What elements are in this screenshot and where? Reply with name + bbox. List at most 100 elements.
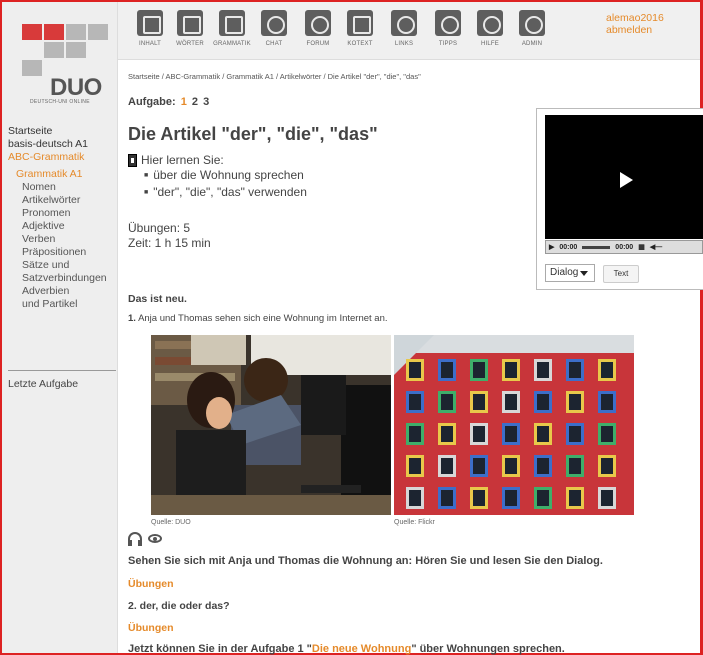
sidebar-item-startseite[interactable]: Startseite: [8, 125, 118, 138]
play-icon[interactable]: [620, 172, 633, 188]
facade-window-glass: [569, 458, 581, 474]
sidebar-item-pronomen[interactable]: Pronomen: [8, 207, 118, 220]
sidebar-item-verben[interactable]: Verben: [8, 233, 118, 246]
next-task-note: Jetzt können Sie in der Aufgabe 1 "Die n…: [128, 643, 565, 655]
volume-icon[interactable]: ◀—: [650, 243, 662, 251]
facade-window-glass: [537, 394, 549, 410]
task-stats: Übungen: 5 Zeit: 1 h 15 min: [128, 221, 211, 251]
toolbar-label: KOTEXT: [347, 41, 373, 47]
photo-source-flickr: Quelle: Flickr: [394, 519, 435, 526]
exercises-link-2[interactable]: Übungen: [128, 622, 174, 634]
next-task-text-pre: Jetzt können Sie in der Aufgabe 1 ": [128, 643, 312, 655]
time-current: 00:00: [559, 243, 578, 251]
toolbar-hilfe[interactable]: HILFE: [470, 10, 510, 47]
toolbar-forum[interactable]: FORUM: [298, 10, 338, 47]
toolbar-label: ADMIN: [521, 41, 543, 47]
facade-window-glass: [473, 490, 485, 506]
sidebar: DUO DEUTSCH-UNI ONLINE Startseite basis-…: [2, 2, 118, 653]
dictionary-icon: [177, 10, 203, 36]
facade-window-glass: [569, 490, 581, 506]
facade-window-glass: [505, 362, 517, 378]
text-button[interactable]: Text: [603, 265, 639, 283]
toolbar-woerter[interactable]: WÖRTER: [170, 10, 210, 47]
toolbar-label: LINKS: [394, 41, 414, 47]
facade-window-glass: [569, 362, 581, 378]
facade-window-glass: [569, 394, 581, 410]
photo-source-duo: Quelle: DUO: [151, 519, 191, 526]
task-label: Aufgabe:: [128, 96, 176, 108]
time-total: 00:00: [615, 243, 634, 251]
duration: Zeit: 1 h 15 min: [128, 236, 211, 250]
task-page-2[interactable]: 2: [192, 96, 198, 108]
task-page-3[interactable]: 3: [203, 96, 209, 108]
user-menu: alemao2016 abmelden: [606, 12, 664, 36]
links-icon: [391, 10, 417, 36]
toolbar-kotext[interactable]: KOTEXT: [340, 10, 380, 47]
facade-window-glass: [409, 394, 421, 410]
photo-house-facade: [394, 335, 634, 515]
toolbar-admin[interactable]: ADMIN: [512, 10, 552, 47]
toolbar-links[interactable]: LINKS: [384, 10, 424, 47]
listen-instruction: Sehen Sie sich mit Anja und Thomas die W…: [128, 555, 603, 567]
toolbar-inhalt[interactable]: INHALT: [130, 10, 170, 47]
sidebar-item-artikelwoerter[interactable]: Artikelwörter: [8, 194, 118, 207]
sidebar-item-letzte-aufgabe[interactable]: Letzte Aufgabe: [8, 378, 78, 390]
task-pagination: Aufgabe: 1 2 3: [128, 96, 209, 108]
toolbar-chat[interactable]: CHAT: [254, 10, 294, 47]
page-title: Die Artikel "der", "die", "das": [128, 124, 378, 144]
toolbar-tipps[interactable]: TIPPS: [428, 10, 468, 47]
headphones-icon[interactable]: [128, 532, 142, 546]
username-link[interactable]: alemao2016: [606, 12, 664, 24]
book-icon: [128, 154, 137, 167]
logo-square: [44, 42, 64, 58]
dialog-select[interactable]: Dialog: [545, 264, 595, 282]
help-icon: [477, 10, 503, 36]
chat-icon: [261, 10, 287, 36]
sidebar-nav: Startseite basis-deutsch A1 ABC-Grammati…: [8, 125, 118, 311]
seek-bar[interactable]: [582, 245, 611, 249]
facade-window-glass: [473, 458, 485, 474]
facade-window-glass: [473, 394, 485, 410]
sidebar-item-nomen[interactable]: Nomen: [8, 181, 118, 194]
photo-couple-illustration: [151, 335, 391, 515]
sidebar-item-saetze[interactable]: Sätze und Satzverbindungen: [8, 259, 107, 285]
section-heading: Das ist neu.: [128, 293, 187, 305]
exercises-link-1[interactable]: Übungen: [128, 578, 174, 590]
learning-goals: Hier lernen Sie: über die Wohnung sprech…: [128, 153, 307, 202]
breadcrumb[interactable]: Startseite / ABC-Grammatik / Grammatik A…: [128, 72, 421, 81]
facade-window-glass: [537, 490, 549, 506]
logout-link[interactable]: abmelden: [606, 24, 664, 36]
facade-window-glass: [537, 458, 549, 474]
sidebar-item-praepositionen[interactable]: Präpositionen: [8, 246, 118, 259]
toolbar-label: HILFE: [480, 41, 499, 47]
photo-couple-computer: [151, 335, 391, 515]
toolbar-label: CHAT: [265, 41, 283, 47]
logo-square: [66, 24, 86, 40]
eye-icon[interactable]: [148, 533, 162, 543]
toolbar-label: TIPPS: [438, 41, 458, 47]
next-task-link[interactable]: Die neue Wohnung: [312, 643, 411, 655]
task-page-1[interactable]: 1: [181, 96, 187, 108]
duo-logo[interactable]: DUO DEUTSCH-UNI ONLINE: [22, 24, 114, 110]
forum-icon: [305, 10, 331, 36]
toolbar-label: WÖRTER: [176, 41, 204, 47]
video-player[interactable]: [545, 115, 703, 239]
sidebar-item-adverbien[interactable]: Adverbien und Partikel: [8, 285, 88, 311]
grammar-book-icon: [219, 10, 245, 36]
play-small-icon[interactable]: ▶: [549, 243, 554, 251]
exercise-number: 1.: [128, 313, 136, 324]
facade-window-glass: [601, 394, 613, 410]
sidebar-item-adjektive[interactable]: Adjektive: [8, 220, 118, 233]
sidebar-item-grammatik-a1[interactable]: Grammatik A1: [8, 168, 118, 181]
fullscreen-icon[interactable]: ▦: [638, 243, 645, 251]
sidebar-item-basis-deutsch[interactable]: basis-deutsch A1: [8, 138, 118, 151]
toolbar-grammatik[interactable]: GRAMMATIK: [212, 10, 252, 47]
facade-window-glass: [505, 490, 517, 506]
list-item: "der", "die", "das" verwenden: [144, 185, 307, 202]
sidebar-item-abc-grammatik[interactable]: ABC-Grammatik: [8, 151, 118, 164]
facade-window-glass: [409, 458, 421, 474]
facade-window-glass: [441, 394, 453, 410]
toolbar-label: INHALT: [138, 41, 162, 47]
logo-square: [88, 24, 108, 40]
admin-icon: [519, 10, 545, 36]
